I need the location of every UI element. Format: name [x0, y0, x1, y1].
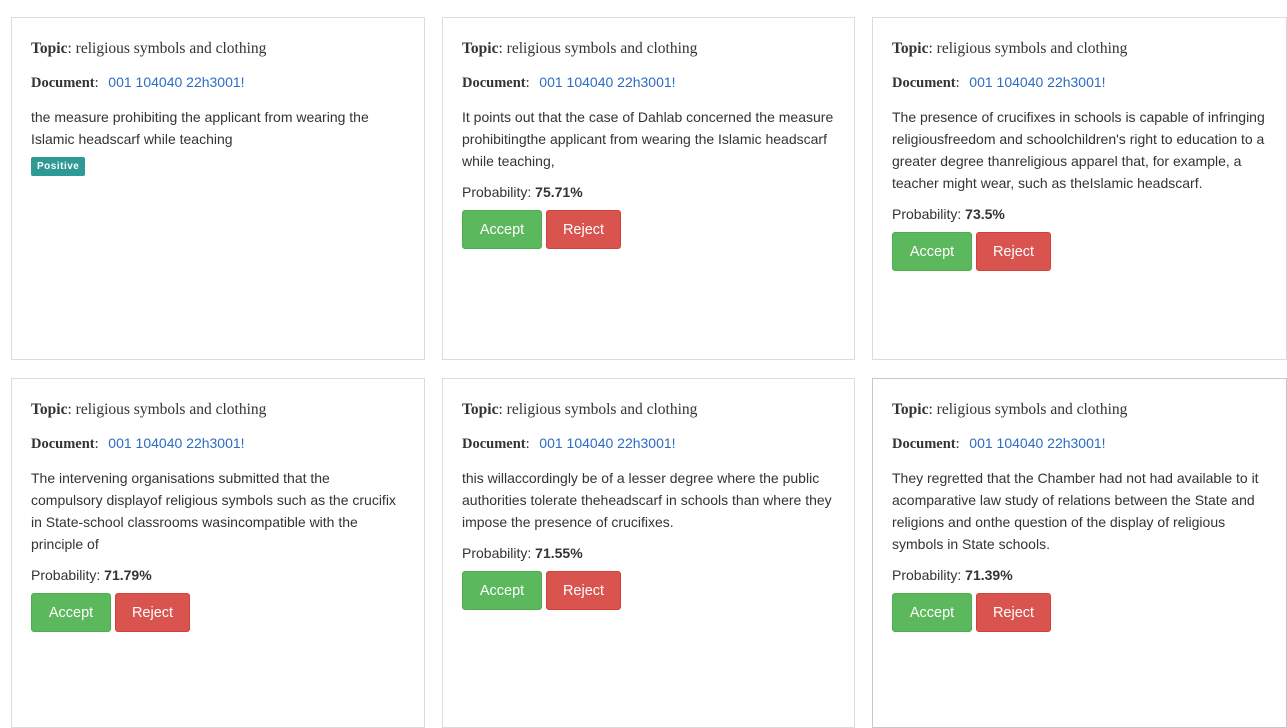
- excerpt-text: the measure prohibiting the applicant fr…: [31, 109, 369, 147]
- action-buttons: Accept Reject: [31, 593, 405, 632]
- result-card-grid: Topic: religious symbols and clothing Do…: [0, 0, 1287, 728]
- document-label: Document: [892, 75, 956, 91]
- topic-label: Topic: [462, 40, 499, 57]
- topic-value: religious symbols and clothing: [75, 401, 267, 418]
- document-label: Document: [892, 436, 956, 452]
- reject-button[interactable]: Reject: [976, 232, 1051, 271]
- reject-button[interactable]: Reject: [976, 593, 1051, 632]
- probability-value: 71.39%: [965, 567, 1013, 583]
- topic-value: religious symbols and clothing: [75, 40, 267, 57]
- topic-value: religious symbols and clothing: [506, 401, 698, 418]
- topic-label: Topic: [892, 40, 929, 57]
- topic-line: Topic: religious symbols and clothing: [31, 401, 267, 418]
- accept-button[interactable]: Accept: [462, 210, 542, 249]
- excerpt-text: The presence of crucifixes in schools is…: [892, 109, 1265, 191]
- document-label: Document: [462, 75, 526, 91]
- excerpt-text: The intervening organisations submitted …: [31, 470, 396, 552]
- excerpt-text: They regretted that the Chamber had not …: [892, 470, 1259, 552]
- topic-value: religious symbols and clothing: [936, 401, 1128, 418]
- action-buttons: Accept Reject: [892, 232, 1267, 271]
- document-line: Document: 001 104040 22h3001!: [462, 74, 676, 91]
- reject-button[interactable]: Reject: [115, 593, 190, 632]
- document-link[interactable]: 001 104040 22h3001!: [539, 74, 675, 90]
- document-label: Document: [462, 436, 526, 452]
- topic-line: Topic: religious symbols and clothing: [31, 40, 267, 57]
- excerpt-text: this willaccordingly be of a lesser degr…: [462, 470, 832, 530]
- probability-line: Probability: 73.5%: [892, 204, 1267, 224]
- probability-value: 73.5%: [965, 206, 1005, 222]
- action-buttons: Accept Reject: [892, 593, 1267, 632]
- document-label: Document: [31, 436, 95, 452]
- document-line: Document: 001 104040 22h3001!: [892, 435, 1106, 452]
- accept-button[interactable]: Accept: [892, 232, 972, 271]
- document-link[interactable]: 001 104040 22h3001!: [108, 435, 244, 451]
- topic-line: Topic: religious symbols and clothing: [892, 40, 1128, 57]
- probability-value: 71.79%: [104, 567, 152, 583]
- result-card-1: Topic: religious symbols and clothing Do…: [11, 17, 425, 360]
- probability-line: Probability: 71.79%: [31, 565, 405, 585]
- probability-line: Probability: 71.55%: [462, 543, 835, 563]
- document-link[interactable]: 001 104040 22h3001!: [969, 435, 1105, 451]
- document-line: Document: 001 104040 22h3001!: [31, 435, 245, 452]
- probability-label: Probability:: [892, 567, 962, 583]
- probability-label: Probability:: [892, 206, 962, 222]
- topic-line: Topic: religious symbols and clothing: [892, 401, 1128, 418]
- document-link[interactable]: 001 104040 22h3001!: [539, 435, 675, 451]
- action-buttons: Accept Reject: [462, 210, 835, 249]
- probability-line: Probability: 75.71%: [462, 182, 835, 202]
- result-card-3: Topic: religious symbols and clothing Do…: [872, 17, 1287, 360]
- result-card-2: Topic: religious symbols and clothing Do…: [442, 17, 855, 360]
- accept-button[interactable]: Accept: [462, 571, 542, 610]
- probability-label: Probability:: [462, 184, 532, 200]
- topic-label: Topic: [892, 401, 929, 418]
- topic-value: religious symbols and clothing: [506, 40, 698, 57]
- document-line: Document: 001 104040 22h3001!: [462, 435, 676, 452]
- probability-value: 71.55%: [535, 545, 583, 561]
- probability-value: 75.71%: [535, 184, 583, 200]
- topic-line: Topic: religious symbols and clothing: [462, 401, 698, 418]
- document-line: Document: 001 104040 22h3001!: [31, 74, 245, 91]
- topic-value: religious symbols and clothing: [936, 40, 1128, 57]
- excerpt-text: It points out that the case of Dahlab co…: [462, 109, 834, 169]
- reject-button[interactable]: Reject: [546, 210, 621, 249]
- probability-line: Probability: 71.39%: [892, 565, 1267, 585]
- status-badge: Positive: [31, 157, 86, 176]
- document-link[interactable]: 001 104040 22h3001!: [108, 74, 244, 90]
- topic-line: Topic: religious symbols and clothing: [462, 40, 698, 57]
- reject-button[interactable]: Reject: [546, 571, 621, 610]
- topic-label: Topic: [462, 401, 499, 418]
- document-link[interactable]: 001 104040 22h3001!: [969, 74, 1105, 90]
- probability-label: Probability:: [31, 567, 101, 583]
- action-buttons: Accept Reject: [462, 571, 835, 610]
- document-line: Document: 001 104040 22h3001!: [892, 74, 1106, 91]
- probability-label: Probability:: [462, 545, 532, 561]
- result-card-6: Topic: religious symbols and clothing Do…: [872, 378, 1287, 728]
- result-card-4: Topic: religious symbols and clothing Do…: [11, 378, 425, 728]
- topic-label: Topic: [31, 401, 68, 418]
- accept-button[interactable]: Accept: [892, 593, 972, 632]
- result-card-5: Topic: religious symbols and clothing Do…: [442, 378, 855, 728]
- topic-label: Topic: [31, 40, 68, 57]
- document-label: Document: [31, 75, 95, 91]
- accept-button[interactable]: Accept: [31, 593, 111, 632]
